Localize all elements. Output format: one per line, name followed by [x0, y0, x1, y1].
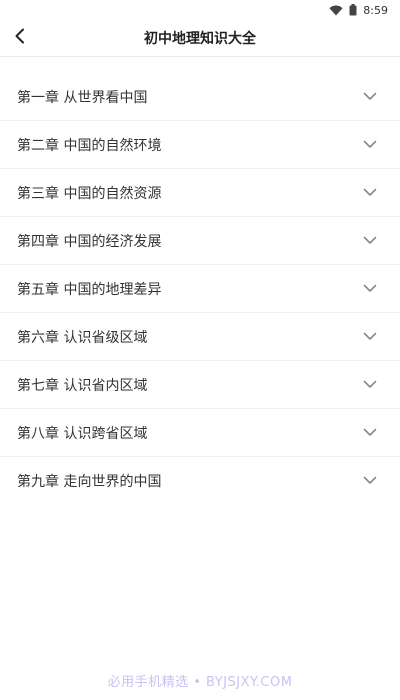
app-bar: 初中地理知识大全	[0, 20, 400, 57]
chapter-label: 第九章 走向世界的中国	[17, 473, 162, 490]
chapter-row-2[interactable]: 第二章 中国的自然环境	[0, 121, 400, 169]
chapter-label: 第三章 中国的自然资源	[17, 185, 162, 202]
chapter-label: 第一章 从世界看中国	[17, 89, 148, 106]
chapter-list: 第一章 从世界看中国 第二章 中国的自然环境 第三章 中国的自然资源 第四章 中…	[0, 73, 400, 504]
chevron-down-icon	[362, 137, 378, 153]
chapter-label: 第七章 认识省内区域	[17, 377, 148, 394]
wifi-icon	[329, 5, 343, 16]
chapter-row-1[interactable]: 第一章 从世界看中国	[0, 73, 400, 121]
chapter-label: 第六章 认识省级区域	[17, 329, 148, 346]
chapter-row-3[interactable]: 第三章 中国的自然资源	[0, 169, 400, 217]
chapter-label: 第五章 中国的地理差异	[17, 281, 162, 298]
chapter-label: 第四章 中国的经济发展	[17, 233, 162, 250]
chevron-down-icon	[362, 89, 378, 105]
chapter-row-8[interactable]: 第八章 认识跨省区域	[0, 409, 400, 457]
status-bar: 8:59	[0, 0, 400, 20]
watermark-text: 必用手机精选 • BYJSJXY.COM	[107, 675, 293, 690]
chevron-down-icon	[362, 377, 378, 393]
chapter-row-5[interactable]: 第五章 中国的地理差异	[0, 265, 400, 313]
chapter-row-7[interactable]: 第七章 认识省内区域	[0, 361, 400, 409]
chevron-down-icon	[362, 233, 378, 249]
chevron-down-icon	[362, 425, 378, 441]
chevron-left-icon	[14, 28, 26, 48]
app-screen: 8:59 初中地理知识大全 第一章 从世界看中国 第二章 中国的自然环境 第三章	[0, 0, 400, 700]
chevron-down-icon	[362, 473, 378, 489]
battery-icon	[349, 4, 357, 16]
chevron-down-icon	[362, 329, 378, 345]
page-title: 初中地理知识大全	[144, 31, 256, 47]
chapter-label: 第八章 认识跨省区域	[17, 425, 148, 442]
chapter-row-4[interactable]: 第四章 中国的经济发展	[0, 217, 400, 265]
chevron-down-icon	[362, 281, 378, 297]
status-time: 8:59	[363, 3, 388, 17]
chapter-label: 第二章 中国的自然环境	[17, 137, 162, 154]
chapter-row-6[interactable]: 第六章 认识省级区域	[0, 313, 400, 361]
chapter-row-9[interactable]: 第九章 走向世界的中国	[0, 457, 400, 504]
back-button[interactable]	[6, 24, 34, 52]
chevron-down-icon	[362, 185, 378, 201]
